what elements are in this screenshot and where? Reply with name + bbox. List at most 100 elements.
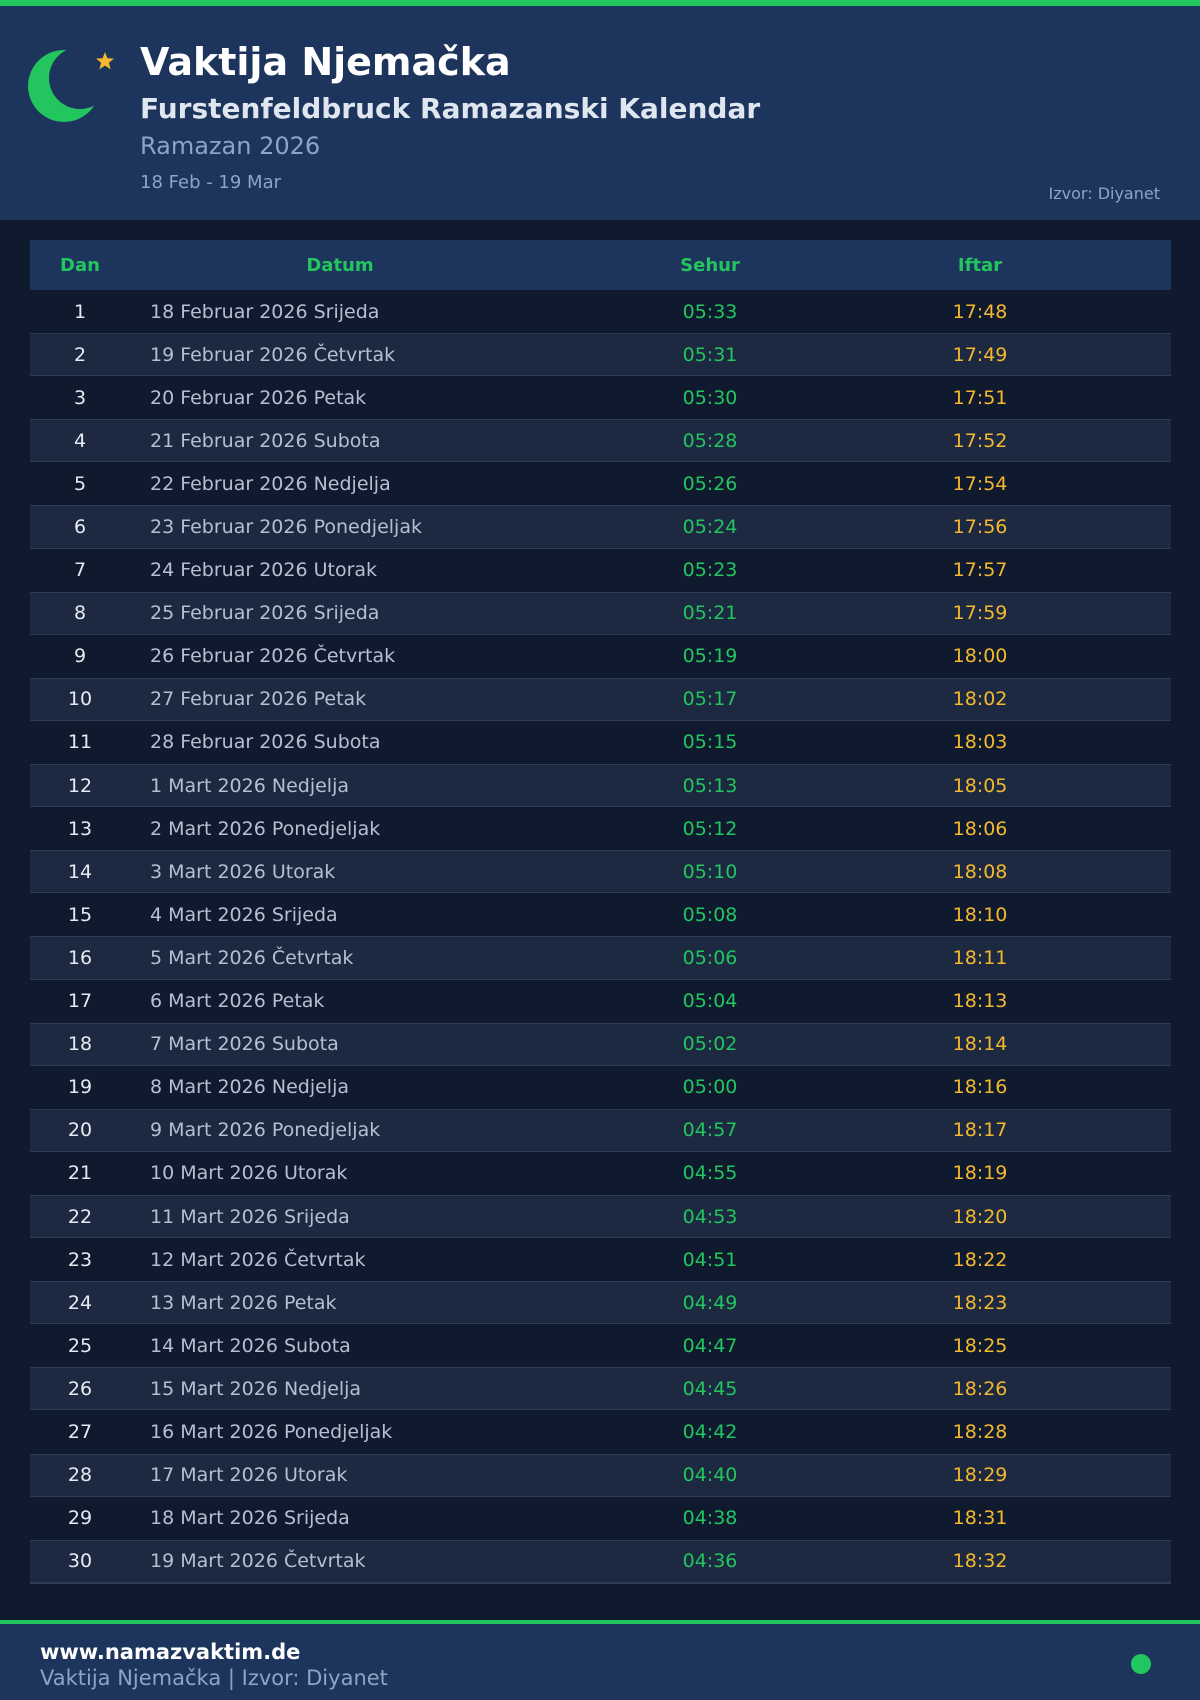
cell-datum: 8 Mart 2026 Nedjelja: [150, 1076, 349, 1099]
table-row: 28 17 Mart 2026 Utorak 04:40 18:29: [30, 1453, 1171, 1497]
cell-iftar: 17:54: [952, 472, 1008, 495]
cell-datum: 10 Mart 2026 Utorak: [150, 1162, 348, 1185]
cell-iftar: 18:13: [952, 990, 1008, 1013]
cell-iftar: 18:20: [952, 1205, 1008, 1228]
cell-datum: 20 Februar 2026 Petak: [150, 386, 367, 409]
cell-sehur: 04:47: [682, 1334, 738, 1357]
cell-iftar: 18:17: [952, 1119, 1008, 1142]
table-row: 7 24 Februar 2026 Utorak 05:23 17:57: [30, 548, 1171, 592]
table-header: Dan Datum Sehur Iftar: [30, 240, 1171, 290]
cell-iftar: 18:16: [952, 1076, 1008, 1099]
ramadan-calendar-table: Dan Datum Sehur Iftar 1 18 Februar 2026 S…: [30, 240, 1171, 1584]
cell-iftar: 18:08: [952, 860, 1008, 883]
cell-iftar: 18:23: [952, 1291, 1008, 1314]
table-row: 27 16 Mart 2026 Ponedjeljak 04:42 18:28: [30, 1410, 1171, 1454]
cell-dan: 10: [67, 688, 93, 711]
table-row: 29 18 Mart 2026 Srijeda 04:38 18:31: [30, 1496, 1171, 1540]
cell-dan: 16: [67, 946, 93, 969]
cell-datum: 22 Februar 2026 Nedjelja: [150, 472, 391, 495]
header-iftar: Iftar: [957, 254, 1003, 276]
cell-iftar: 18:31: [952, 1507, 1008, 1530]
table-row: 26 15 Mart 2026 Nedjelja 04:45 18:26: [30, 1367, 1171, 1411]
table-body: 1 18 Februar 2026 Srijeda 05:33 17:48 2 19 Fe…: [30, 290, 1171, 1583]
table-row: 22 11 Mart 2026 Srijeda 04:53 18:20: [30, 1194, 1171, 1239]
cell-dan: 26: [67, 1377, 93, 1400]
cell-sehur: 05:10: [682, 860, 738, 883]
table-row: 9 26 Februar 2026 Četvrtak 05:19 18:00: [30, 634, 1171, 678]
cell-datum: 17 Mart 2026 Utorak: [150, 1464, 348, 1487]
cell-iftar: 18:10: [952, 903, 1008, 926]
cell-iftar: 18:11: [952, 946, 1008, 969]
cell-sehur: 05:00: [682, 1076, 738, 1099]
cell-datum: 27 Februar 2026 Petak: [150, 688, 367, 711]
cell-dan: 20: [67, 1119, 93, 1142]
cell-sehur: 05:06: [682, 946, 738, 969]
cell-sehur: 05:04: [682, 990, 738, 1013]
cell-iftar: 18:19: [952, 1162, 1008, 1185]
cell-dan: 17: [67, 990, 93, 1013]
cell-sehur: 05:08: [682, 903, 738, 926]
cell-dan: 14: [67, 860, 93, 883]
cell-datum: 7 Mart 2026 Subota: [150, 1033, 339, 1056]
header-sehur: Sehur: [680, 254, 740, 276]
header-dan: Dan: [60, 254, 100, 276]
ramazan-year: Ramazan 2026: [140, 132, 321, 160]
page-title: Vaktija Njemačka: [140, 40, 511, 84]
table-row: 24 13 Mart 2026 Petak 04:49 18:23: [30, 1281, 1171, 1325]
cell-dan: 7: [73, 559, 87, 582]
cell-dan: 1: [73, 300, 87, 323]
table-row: 10 27 Februar 2026 Petak 05:17 18:02: [30, 677, 1171, 721]
table-row: 12 1 Mart 2026 Nedjelja 05:13 18:05: [30, 764, 1171, 808]
cell-datum: 2 Mart 2026 Ponedjeljak: [150, 817, 381, 840]
cell-sehur: 05:31: [682, 343, 738, 366]
cell-datum: 16 Mart 2026 Ponedjeljak: [150, 1420, 393, 1443]
table-row: 8 25 Februar 2026 Srijeda 05:21 17:59: [30, 591, 1171, 635]
cell-datum: 19 Februar 2026 Četvrtak: [150, 343, 396, 366]
cell-dan: 23: [67, 1248, 93, 1271]
cell-dan: 13: [67, 817, 93, 840]
cell-sehur: 05:21: [682, 602, 738, 625]
cell-iftar: 17:48: [952, 300, 1008, 323]
cell-datum: 28 Februar 2026 Subota: [150, 731, 381, 754]
cell-sehur: 05:13: [682, 774, 738, 797]
cell-iftar: 17:49: [952, 343, 1008, 366]
source-label: Izvor: Diyanet: [1048, 184, 1160, 203]
table-row: 6 23 Februar 2026 Ponedjeljak 05:24 17:56: [30, 505, 1171, 549]
cell-iftar: 18:06: [952, 817, 1008, 840]
cell-iftar: 18:28: [952, 1420, 1008, 1443]
table-bottom-border: [30, 1582, 1171, 1584]
cell-sehur: 05:17: [682, 688, 738, 711]
cell-sehur: 05:23: [682, 559, 738, 582]
cell-datum: 13 Mart 2026 Petak: [150, 1291, 337, 1314]
cell-sehur: 05:12: [682, 817, 738, 840]
cell-iftar: 17:52: [952, 429, 1008, 452]
cell-iftar: 18:00: [952, 645, 1008, 668]
cell-iftar: 18:14: [952, 1033, 1008, 1056]
table-row: 30 19 Mart 2026 Četvrtak 04:36 18:32: [30, 1539, 1171, 1583]
cell-datum: 18 Mart 2026 Srijeda: [150, 1507, 350, 1530]
table-row: 18 7 Mart 2026 Subota 05:02 18:14: [30, 1022, 1171, 1066]
cell-datum: 26 Februar 2026 Četvrtak: [150, 645, 396, 668]
cell-sehur: 05:02: [682, 1033, 738, 1056]
cell-sehur: 05:26: [682, 472, 738, 495]
cell-datum: 3 Mart 2026 Utorak: [150, 860, 336, 883]
cell-dan: 22: [67, 1205, 93, 1228]
cell-datum: 15 Mart 2026 Nedjelja: [150, 1377, 362, 1400]
cell-datum: 12 Mart 2026 Četvrtak: [150, 1248, 366, 1271]
cell-sehur: 05:19: [682, 645, 738, 668]
page-header: Vaktija Njemačka Furstenfeldbruck Ramaza…: [0, 6, 1200, 220]
cell-dan: 27: [67, 1420, 93, 1443]
cell-dan: 12: [67, 774, 93, 797]
cell-sehur: 04:45: [682, 1377, 738, 1400]
cell-dan: 9: [73, 645, 87, 668]
cell-dan: 30: [67, 1550, 93, 1573]
cell-dan: 28: [67, 1464, 93, 1487]
cell-dan: 5: [73, 472, 87, 495]
cell-datum: 9 Mart 2026 Ponedjeljak: [150, 1119, 381, 1142]
cell-dan: 24: [67, 1291, 93, 1314]
cell-sehur: 04:40: [682, 1464, 738, 1487]
date-range: 18 Feb - 19 Mar: [140, 172, 282, 193]
cell-datum: 5 Mart 2026 Četvrtak: [150, 946, 354, 969]
page-subtitle: Furstenfeldbruck Ramazanski Kalendar: [140, 92, 761, 125]
footer-subtitle: Vaktija Njemačka | Izvor: Diyanet: [40, 1666, 388, 1690]
